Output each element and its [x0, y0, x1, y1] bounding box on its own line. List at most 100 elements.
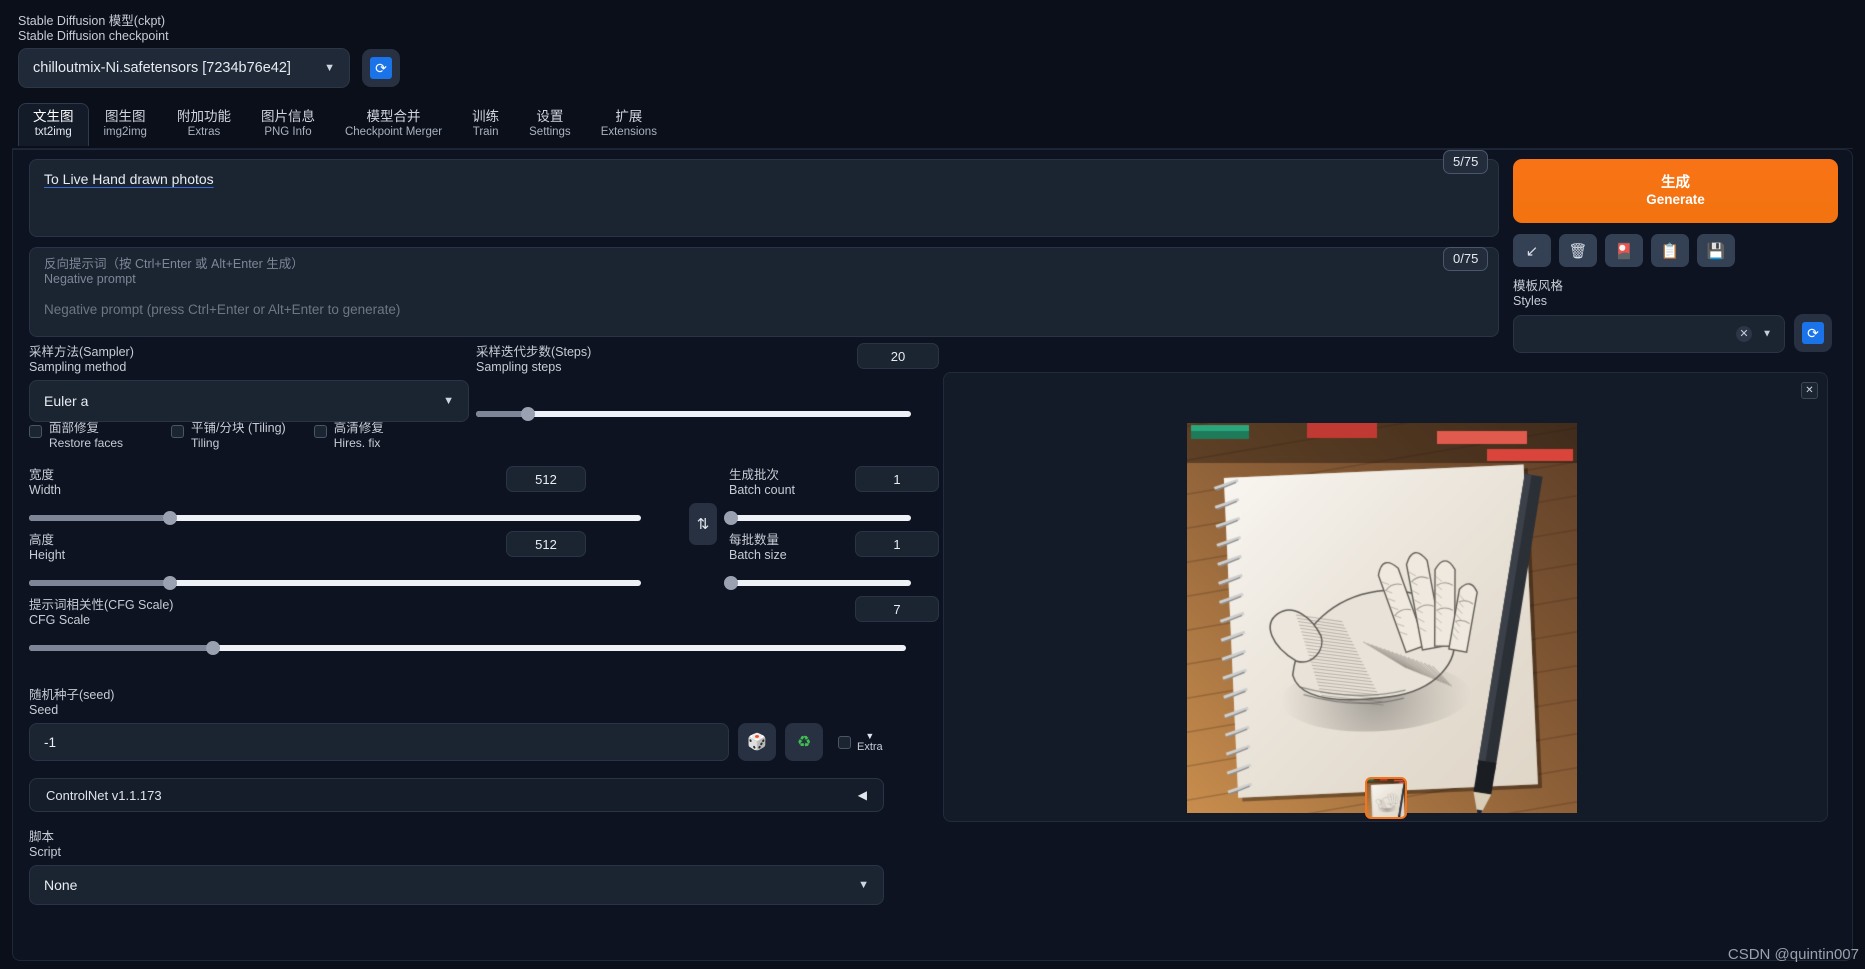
swap-icon: ⇅ [696, 516, 710, 533]
save-style-floppy-button[interactable]: 💾 [1697, 234, 1735, 267]
checkpoint-label: Stable Diffusion 模型(ckpt) Stable Diffusi… [18, 14, 169, 43]
sampling-steps-value[interactable]: 20 [857, 343, 939, 369]
styles-label: 模板风格 Styles [1513, 279, 1564, 308]
tab-settings[interactable]: 设置 Settings [514, 103, 586, 146]
seed-input[interactable]: -1 [29, 723, 729, 761]
slider-knob[interactable] [723, 511, 738, 525]
chevron-down-icon: ▼ [324, 62, 335, 74]
generate-button[interactable]: 生成 Generate [1513, 159, 1838, 223]
tab-label-cn: 扩展 [615, 109, 643, 124]
negative-prompt-label: 反向提示词（按 Ctrl+Enter 或 Alt+Enter 生成） Negat… [44, 257, 304, 286]
prompt-tool-buttons: ↙ 🗑 🎴 📋 💾 [1513, 234, 1838, 267]
reuse-seed-recycle-button[interactable]: ♻ [785, 723, 823, 761]
batch-count-value[interactable]: 1 [855, 466, 939, 492]
negative-token-counter: 0/75 [1443, 247, 1489, 271]
tab-label-cn: 训练 [472, 109, 500, 124]
tab-txt2img[interactable]: 文生图 txt2img [18, 103, 89, 146]
save-style-floppy-icon: 💾 [1706, 242, 1726, 260]
chevron-down-icon: ▼ [443, 395, 454, 407]
height-value[interactable]: 512 [506, 531, 586, 557]
checkbox-box[interactable] [171, 425, 185, 438]
slider-knob[interactable] [206, 641, 221, 655]
extra-networks-card-icon: 🎴 [1614, 242, 1634, 260]
tab-train[interactable]: 训练 Train [457, 103, 514, 146]
sampling-method-select[interactable]: Euler a ▼ [29, 380, 469, 422]
tab-label-cn: 图片信息 [260, 109, 315, 124]
script-label: 脚本 Script [29, 830, 61, 859]
checkbox-label-cn: 面部修复 [49, 421, 100, 435]
sd-webui-app: Stable Diffusion 模型(ckpt) Stable Diffusi… [0, 0, 1865, 969]
slider-knob[interactable] [162, 511, 177, 525]
close-icon[interactable]: ✕ [1736, 325, 1752, 342]
slider-knob[interactable] [521, 407, 536, 421]
negative-prompt-placeholder: Negative prompt (press Ctrl+Enter or Alt… [44, 302, 401, 317]
generate-label-en: Generate [1646, 191, 1705, 207]
extra-networks-card-button[interactable]: 🎴 [1605, 234, 1643, 267]
tab-png-info[interactable]: 图片信息 PNG Info [246, 103, 330, 146]
tab-label-en: Settings [529, 126, 571, 138]
slider-fill [29, 645, 214, 651]
watermark-text: CSDN @quintin007 [1727, 946, 1859, 963]
clear-prompt-trash-button[interactable]: 🗑 [1559, 234, 1597, 267]
prompt-input[interactable]: To Live Hand drawn photos [29, 159, 1499, 237]
settings-panel: 采样方法(Sampler) Sampling method Euler a ▼ … [29, 343, 939, 905]
width-value[interactable]: 512 [506, 466, 586, 492]
negative-prompt-input[interactable]: 反向提示词（按 Ctrl+Enter 或 Alt+Enter 生成） Negat… [29, 247, 1499, 337]
generate-label-cn: 生成 [1661, 174, 1690, 191]
slider-fill [29, 580, 170, 586]
checkbox-label: 高清修复 Hires. fix [334, 421, 384, 450]
slider-knob[interactable] [723, 576, 738, 590]
prompt-area: To Live Hand drawn photos 5/75 反向提示词（按 C… [29, 150, 1499, 337]
refresh-styles-button[interactable]: ⟳ [1794, 314, 1832, 352]
controlnet-title: ControlNet v1.1.173 [46, 787, 162, 803]
cfg-scale-slider[interactable] [29, 641, 906, 655]
checkbox-box[interactable] [313, 425, 327, 438]
slider-knob[interactable] [162, 576, 177, 590]
main-tabs: 文生图 txt2img 图生图 img2img 附加功能 Extras 图片信息 PNG In… [18, 103, 672, 146]
tab-label-cn: 文生图 [33, 109, 74, 124]
checkbox-tiling[interactable]: 平铺/分块 (Tiling) Tiling [171, 421, 286, 450]
sampling-method-value: Euler a [44, 393, 89, 409]
batch-count-slider[interactable] [723, 511, 911, 525]
dice-icon: 🎲 [747, 734, 767, 751]
tab-label-en: Extensions [600, 126, 657, 138]
restore-progress-button[interactable]: ↙ [1513, 234, 1551, 267]
chevron-down-icon: ▼ [1762, 328, 1772, 339]
checkbox-box[interactable] [29, 425, 42, 438]
tab-label-en: Extras [187, 126, 221, 138]
checkpoint-select[interactable]: chilloutmix-Ni.safetensors [7234b76e42] … [18, 48, 350, 88]
refresh-icon: ⟳ [370, 57, 392, 79]
batch-size-slider[interactable] [723, 576, 911, 590]
checkbox-hires-fix[interactable]: 高清修复 Hires. fix [313, 421, 384, 450]
collapse-arrow-icon: ◀ [857, 788, 867, 802]
restore-progress-icon: ↙ [1525, 242, 1539, 260]
cfg-scale-value[interactable]: 7 [855, 596, 939, 622]
tab-img2img[interactable]: 图生图 img2img [89, 103, 162, 146]
width-slider[interactable] [29, 511, 641, 525]
styles-select[interactable]: ✕ ▼ [1513, 314, 1785, 353]
txt2img-panel: To Live Hand drawn photos 5/75 反向提示词（按 C… [12, 149, 1853, 961]
seed-extra-label: Extra [857, 741, 883, 753]
seed-extra-checkbox[interactable] [838, 735, 851, 749]
batch-size-value[interactable]: 1 [855, 531, 939, 557]
script-select[interactable]: None ▼ [29, 865, 884, 905]
swap-dimensions-button[interactable]: ⇅ [689, 503, 717, 545]
height-slider[interactable] [29, 576, 641, 590]
tab-checkpoint-merger[interactable]: 模型合并 Checkpoint Merger [330, 103, 457, 146]
thumbnail-item[interactable] [1364, 777, 1407, 819]
generated-image[interactable] [1187, 423, 1577, 813]
tab-extensions[interactable]: 扩展 Extensions [586, 103, 672, 146]
controlnet-accordion[interactable]: ControlNet v1.1.173 ◀ [29, 778, 884, 812]
generate-column: 生成 Generate ↙ 🗑 🎴 📋 💾 模板风格 Styles ✕ ▼ ⟳ [1513, 159, 1838, 353]
tab-extras[interactable]: 附加功能 Extras [162, 103, 246, 146]
checkbox-label-en: Hires. fix [333, 436, 381, 450]
checkbox-restore-faces[interactable]: 面部修复 Restore faces [29, 421, 123, 450]
checkbox-label: 面部修复 Restore faces [49, 421, 123, 450]
apply-style-clipboard-button[interactable]: 📋 [1651, 234, 1689, 267]
random-seed-dice-button[interactable]: 🎲 [738, 723, 776, 761]
refresh-icon: ⟳ [1802, 322, 1824, 344]
refresh-checkpoints-button[interactable]: ⟳ [362, 49, 400, 87]
close-icon[interactable]: ✕ [1801, 382, 1818, 399]
checkpoint-row: Stable Diffusion 模型(ckpt) Stable Diffusi… [18, 14, 400, 88]
sampling-steps-slider[interactable] [476, 407, 911, 421]
